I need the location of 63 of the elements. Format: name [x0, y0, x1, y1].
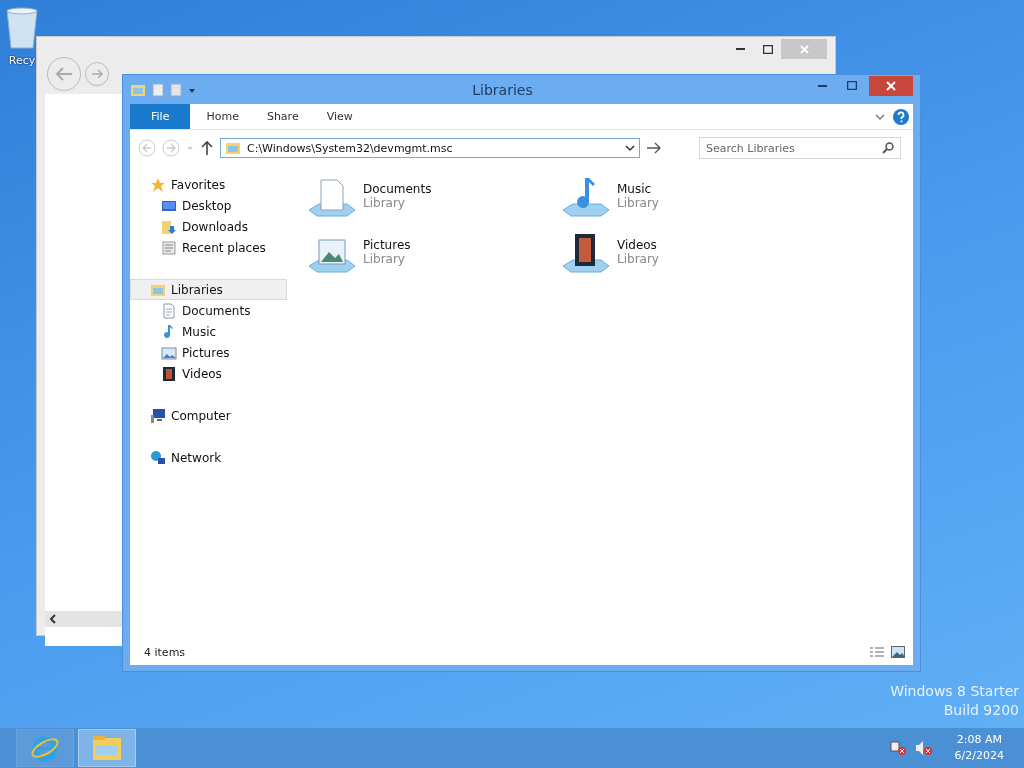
- close-button[interactable]: [869, 75, 913, 96]
- back-arrow-icon[interactable]: [55, 67, 73, 81]
- desktop-icon-label[interactable]: Recy: [8, 54, 36, 67]
- details-view-icon[interactable]: [869, 646, 885, 658]
- ribbon-tab[interactable]: Home: [192, 104, 253, 129]
- edition-text: Windows 8 Starter: [890, 683, 1019, 699]
- item-type: Library: [617, 196, 659, 210]
- forward-arrow-icon[interactable]: [91, 69, 103, 79]
- expand-ribbon-icon[interactable]: [875, 112, 885, 121]
- file-menu-button[interactable]: File: [130, 104, 191, 129]
- star-icon: [150, 176, 166, 193]
- go-arrow-icon[interactable]: [646, 142, 662, 154]
- library-folder-icon: [225, 140, 241, 156]
- close-icon[interactable]: [886, 80, 896, 91]
- nav-item[interactable]: Music: [130, 321, 287, 342]
- folder-icon: [91, 733, 123, 763]
- folder-arrow-icon: [161, 218, 177, 235]
- music-library-icon: [561, 176, 611, 220]
- window-title: Libraries: [472, 81, 533, 98]
- nav-item[interactable]: Network: [130, 447, 287, 468]
- nav-item[interactable]: Documents: [130, 300, 287, 321]
- maximize-icon[interactable]: [762, 44, 773, 54]
- landscape-picture-icon: [161, 344, 177, 361]
- nav-item[interactable]: Recent places: [130, 237, 287, 258]
- nav-item[interactable]: Downloads: [130, 216, 287, 237]
- dropdown-icon[interactable]: [625, 144, 635, 152]
- speaker-muted-icon[interactable]: [914, 740, 933, 756]
- maximize-icon[interactable]: [847, 81, 857, 90]
- search-icon[interactable]: [882, 142, 894, 154]
- item-type: Library: [617, 252, 659, 266]
- nav-item[interactable]: Computer: [130, 405, 287, 426]
- document-library-icon: [307, 176, 357, 220]
- horizontal-scrollbar[interactable]: [45, 611, 123, 627]
- videos-library-icon: [561, 232, 611, 276]
- film-strip-icon: [161, 365, 177, 382]
- item-type: Library: [363, 196, 406, 210]
- item-type: Library: [363, 252, 406, 266]
- nav-item[interactable]: Favorites: [130, 174, 287, 195]
- search-box[interactable]: Search Libraries: [699, 137, 901, 159]
- help-icon[interactable]: [893, 108, 909, 125]
- ribbon-tab[interactable]: View: [312, 104, 367, 129]
- item-name[interactable]: Music: [617, 182, 659, 196]
- nav-item[interactable]: Pictures: [130, 342, 287, 363]
- nav-item[interactable]: Libraries: [130, 279, 287, 300]
- edition-text: Build 9200: [943, 702, 1019, 718]
- recent-places-icon: [161, 239, 177, 256]
- item-name[interactable]: Videos: [617, 238, 659, 252]
- nav-item[interactable]: Videos: [130, 363, 287, 384]
- address-field[interactable]: C:\Windows\System32\devmgmt.msc: [247, 141, 619, 155]
- network-error-icon[interactable]: [888, 740, 907, 756]
- up-arrow-icon[interactable]: [200, 140, 214, 156]
- network-globe-icon: [150, 449, 166, 466]
- large-icons-view-icon[interactable]: [891, 646, 905, 658]
- minimize-icon[interactable]: [817, 84, 827, 87]
- item-name[interactable]: Pictures: [363, 238, 411, 252]
- ribbon-tab[interactable]: Share: [252, 104, 313, 129]
- recycle-bin-icon[interactable]: [4, 6, 40, 50]
- address-bar[interactable]: C:\Windows\System32\devmgmt.msc: [220, 138, 640, 158]
- computer-icon: [150, 407, 166, 424]
- document-icon: [161, 302, 177, 319]
- status-text: 4 items: [144, 645, 186, 659]
- item-name[interactable]: Documents: [363, 182, 432, 196]
- nav-item[interactable]: Desktop: [130, 195, 287, 216]
